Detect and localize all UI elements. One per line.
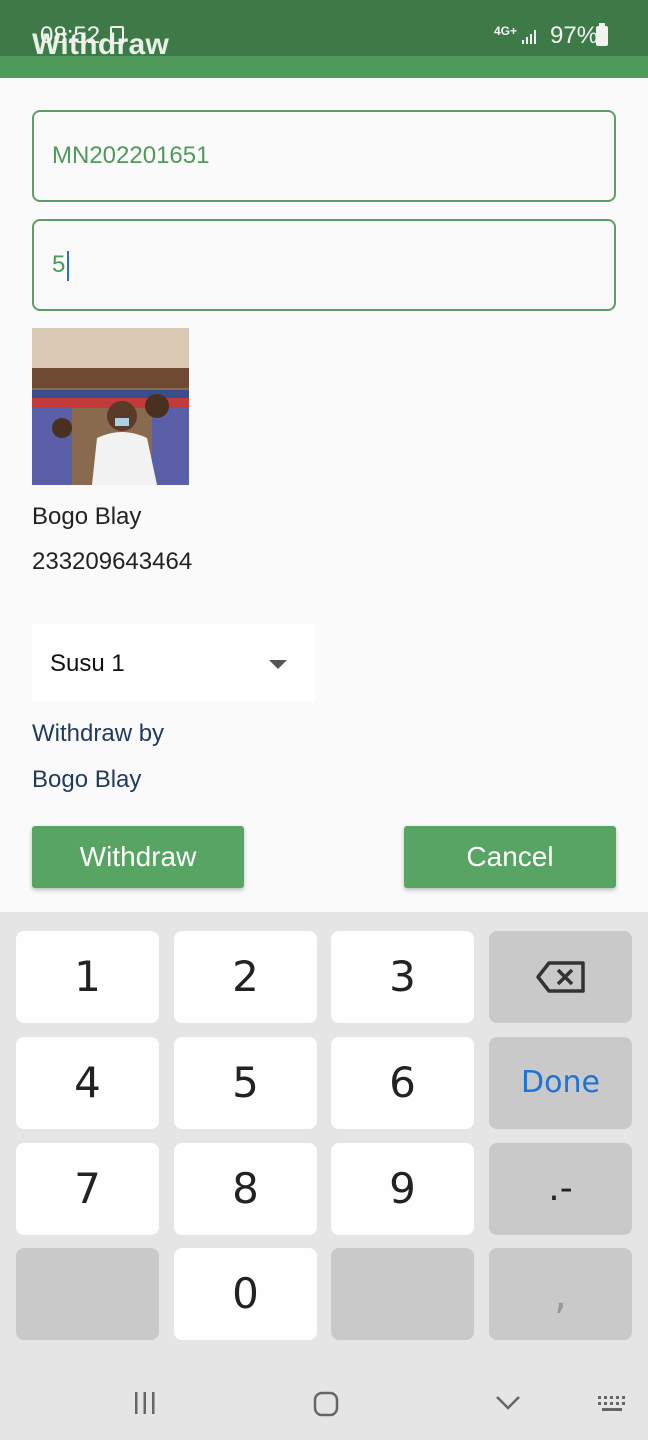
- signal-icon: [522, 30, 536, 44]
- backspace-key[interactable]: [489, 931, 632, 1023]
- cancel-button[interactable]: Cancel: [404, 826, 616, 888]
- system-nav-bar: [0, 1362, 648, 1440]
- caret-down-icon: [269, 660, 287, 669]
- numeric-keyboard: 1 2 3 4 5 6 Done 7 8 9 .- 0 ,: [0, 912, 648, 1440]
- account-number-field[interactable]: MN202201651: [32, 110, 616, 202]
- key-2[interactable]: 2: [174, 931, 317, 1023]
- symbol-key[interactable]: .-: [489, 1143, 632, 1235]
- account-number-value: MN202201651: [52, 142, 210, 169]
- recent-apps-icon[interactable]: [132, 1390, 158, 1416]
- empty-key-left: [16, 1248, 159, 1340]
- notification-icon: [110, 26, 124, 44]
- customer-phone: 233209643464: [32, 548, 193, 575]
- customer-name: Bogo Blay: [32, 503, 142, 530]
- keyboard-icon[interactable]: [596, 1394, 628, 1414]
- withdraw-by-name: Bogo Blay: [32, 766, 142, 793]
- key-9[interactable]: 9: [331, 1143, 474, 1235]
- backspace-icon: [535, 961, 585, 993]
- battery-icon: [596, 23, 608, 46]
- key-4[interactable]: 4: [16, 1037, 159, 1129]
- comma-key[interactable]: ,: [489, 1248, 632, 1340]
- battery-percent: 97%: [550, 22, 599, 49]
- account-type-dropdown[interactable]: Susu 1: [32, 624, 315, 702]
- withdraw-by-label: Withdraw by: [32, 720, 165, 747]
- key-6[interactable]: 6: [331, 1037, 474, 1129]
- home-icon[interactable]: [312, 1390, 340, 1418]
- key-5[interactable]: 5: [174, 1037, 317, 1129]
- amount-value: 5: [52, 251, 66, 278]
- text-cursor: [67, 250, 70, 281]
- key-8[interactable]: 8: [174, 1143, 317, 1235]
- amount-field[interactable]: 5: [32, 219, 616, 311]
- key-1[interactable]: 1: [16, 931, 159, 1023]
- customer-photo: [32, 328, 189, 485]
- key-7[interactable]: 7: [16, 1143, 159, 1235]
- key-3[interactable]: 3: [331, 931, 474, 1023]
- empty-key-right: [331, 1248, 474, 1340]
- status-time: 08:52: [40, 22, 101, 49]
- network-type: 4G+: [494, 24, 518, 38]
- withdraw-button[interactable]: Withdraw: [32, 826, 244, 888]
- chevron-down-icon[interactable]: [494, 1394, 522, 1412]
- done-key[interactable]: Done: [489, 1037, 632, 1129]
- account-type-selected: Susu 1: [50, 650, 125, 677]
- key-0[interactable]: 0: [174, 1248, 317, 1340]
